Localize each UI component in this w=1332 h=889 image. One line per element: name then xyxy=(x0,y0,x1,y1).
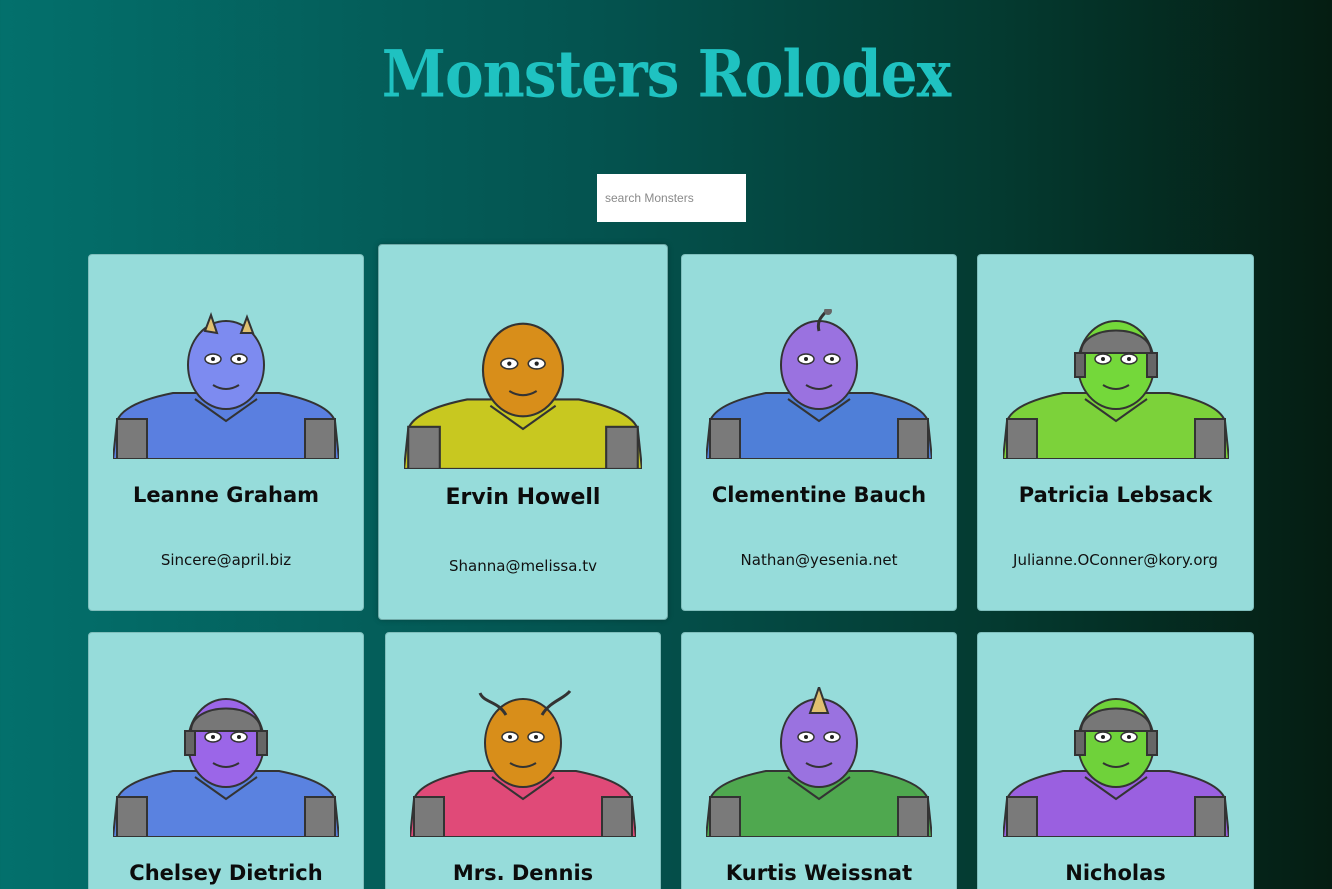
monster-name: Ervin Howell xyxy=(445,485,601,510)
monster-name: Mrs. Dennis xyxy=(452,861,594,885)
monster-name: Patricia Lebsack xyxy=(1018,483,1213,507)
monster-avatar xyxy=(111,309,341,460)
monster-card[interactable]: Chelsey Dietrich xyxy=(88,632,364,889)
monster-avatar xyxy=(408,687,638,838)
monster-email: Julianne.OConner@kory.org xyxy=(1013,551,1218,569)
page-title: Monsters Rolodex xyxy=(381,35,951,113)
monster-avatar xyxy=(1001,687,1230,838)
monster-name: Clementine Bauch xyxy=(711,483,927,507)
monster-email: Sincere@april.biz xyxy=(160,551,292,569)
monster-avatar xyxy=(704,307,934,460)
monster-card[interactable]: Patricia Lebsack Julianne.OConner@kory.or… xyxy=(977,254,1254,611)
monster-name: Leanne Graham xyxy=(132,483,320,507)
monster-avatar xyxy=(1001,309,1230,460)
monster-card[interactable]: Mrs. Dennis xyxy=(385,632,661,889)
monster-card[interactable]: Clementine Bauch Nathan@yesenia.net xyxy=(681,254,957,611)
monster-email: Shanna@melissa.tv xyxy=(449,557,597,575)
monster-card[interactable]: Kurtis Weissnat xyxy=(681,632,957,889)
monster-name: Kurtis Weissnat xyxy=(725,861,913,885)
monster-name: Nicholas xyxy=(1065,861,1166,885)
monster-name: Chelsey Dietrich xyxy=(129,861,323,885)
monster-card[interactable]: Ervin Howell Shanna@melissa.tv xyxy=(378,244,668,620)
monster-avatar xyxy=(402,311,644,471)
monster-card[interactable]: Leanne Graham Sincere@april.biz xyxy=(88,254,364,611)
monster-avatar xyxy=(704,683,934,838)
monster-card[interactable]: Nicholas xyxy=(977,632,1254,889)
search-input[interactable] xyxy=(597,174,746,222)
monster-avatar xyxy=(111,687,341,838)
monster-email: Nathan@yesenia.net xyxy=(740,551,898,569)
